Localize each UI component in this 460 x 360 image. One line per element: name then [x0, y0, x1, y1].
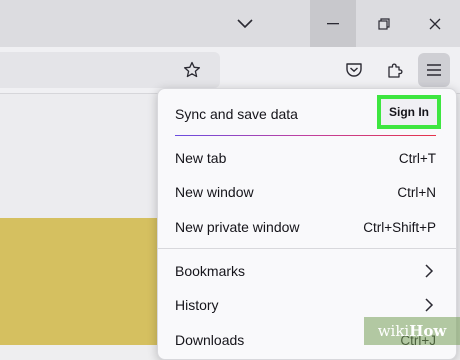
bookmark-star-button[interactable] — [175, 52, 209, 88]
menu-item-label: Bookmarks — [175, 263, 246, 279]
menu-item-label: New tab — [175, 150, 227, 166]
wikihow-watermark: wiki How — [364, 317, 460, 345]
menu-item-new-tab[interactable]: New tab Ctrl+T — [175, 143, 436, 173]
extensions-button[interactable] — [378, 52, 412, 88]
sync-label: Sync and save data — [175, 106, 298, 122]
menu-item-label: New window — [175, 184, 254, 200]
menu-item-label: Downloads — [175, 332, 245, 348]
pocket-button[interactable] — [337, 52, 371, 88]
menu-item-label: New private window — [175, 219, 300, 235]
menu-item-label: History — [175, 297, 219, 313]
menu-item-bookmarks[interactable]: Bookmarks — [175, 256, 436, 286]
menu-item-new-private-window[interactable]: New private window Ctrl+Shift+P — [175, 212, 436, 242]
hamburger-menu-icon — [427, 64, 441, 76]
star-icon — [183, 61, 201, 78]
extensions-icon — [388, 63, 403, 78]
menu-divider — [158, 248, 456, 249]
content-image-block — [0, 218, 160, 345]
minimize-icon — [327, 22, 339, 24]
close-icon — [429, 18, 441, 29]
menu-item-shortcut: Ctrl+Shift+P — [363, 219, 436, 235]
menu-item-history[interactable]: History — [175, 290, 436, 320]
list-all-tabs-button[interactable] — [222, 0, 268, 47]
title-bar — [0, 0, 460, 47]
menu-item-new-window[interactable]: New window Ctrl+N — [175, 177, 436, 207]
menu-item-shortcut: Ctrl+N — [397, 184, 436, 200]
sync-row: Sync and save data — [175, 99, 361, 129]
menu-item-shortcut: Ctrl+T — [398, 150, 436, 166]
chevron-down-icon — [237, 18, 253, 28]
sync-accent-line — [175, 135, 436, 136]
restore-icon — [378, 17, 390, 30]
watermark-wiki: wiki — [377, 322, 410, 340]
chevron-right-icon — [425, 264, 434, 278]
application-menu-button[interactable] — [418, 53, 450, 87]
close-window-button[interactable] — [412, 0, 458, 47]
restore-button[interactable] — [361, 0, 407, 47]
minimize-button[interactable] — [310, 0, 356, 47]
sign-in-button[interactable]: Sign In — [377, 95, 441, 129]
chevron-right-icon — [425, 298, 434, 312]
pocket-icon — [346, 63, 362, 77]
watermark-how: How — [409, 322, 447, 340]
